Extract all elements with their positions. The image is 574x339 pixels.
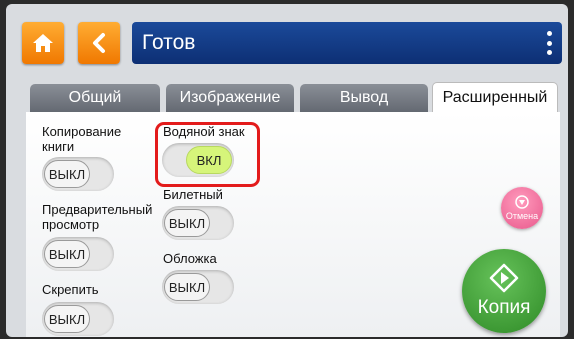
cancel-button[interactable]: Отмена	[501, 187, 543, 229]
back-button[interactable]	[78, 22, 120, 64]
staple-toggle[interactable]: ВЫКЛ	[42, 302, 114, 336]
ticket-toggle[interactable]: ВЫКЛ	[162, 206, 234, 240]
toggle-knob: ВЫКЛ	[164, 273, 210, 301]
tab-bar: Общий Изображение Вывод Расширенный	[6, 82, 568, 112]
start-icon	[489, 263, 519, 293]
home-icon	[33, 34, 53, 52]
preview-label: Предварительный просмотр	[42, 202, 153, 232]
tab-advanced[interactable]: Расширенный	[432, 82, 558, 112]
cover-toggle[interactable]: ВЫКЛ	[162, 270, 234, 304]
book-copy-label: Копирование книги	[42, 124, 122, 154]
top-bar: Готов	[16, 18, 566, 68]
home-button[interactable]	[22, 22, 64, 64]
toggle-knob: ВЫКЛ	[44, 305, 90, 333]
highlight-frame	[155, 122, 260, 187]
staple-label: Скрепить	[42, 282, 99, 297]
cancel-label: Отмена	[505, 211, 539, 221]
ticket-label: Билетный	[163, 187, 223, 202]
preview-toggle[interactable]: ВЫКЛ	[42, 237, 114, 271]
copy-button[interactable]: Копия	[462, 249, 546, 333]
title-bar: Готов	[132, 22, 562, 64]
kebab-menu-icon[interactable]	[546, 31, 552, 55]
cover-label: Обложка	[163, 251, 217, 266]
stop-icon	[515, 195, 529, 209]
page-title: Готов	[142, 31, 196, 54]
book-copy-toggle[interactable]: ВЫКЛ	[42, 157, 114, 191]
chevron-left-icon	[93, 33, 105, 53]
tab-output[interactable]: Вывод	[300, 84, 428, 112]
toggle-knob: ВЫКЛ	[44, 240, 90, 268]
tab-image[interactable]: Изображение	[166, 84, 294, 112]
app-frame: Готов Общий Изображение Вывод Расширенны…	[6, 4, 568, 337]
copy-label: Копия	[477, 297, 531, 318]
toggle-knob: ВЫКЛ	[164, 209, 210, 237]
toggle-knob: ВЫКЛ	[44, 160, 90, 188]
tab-general[interactable]: Общий	[30, 84, 160, 112]
